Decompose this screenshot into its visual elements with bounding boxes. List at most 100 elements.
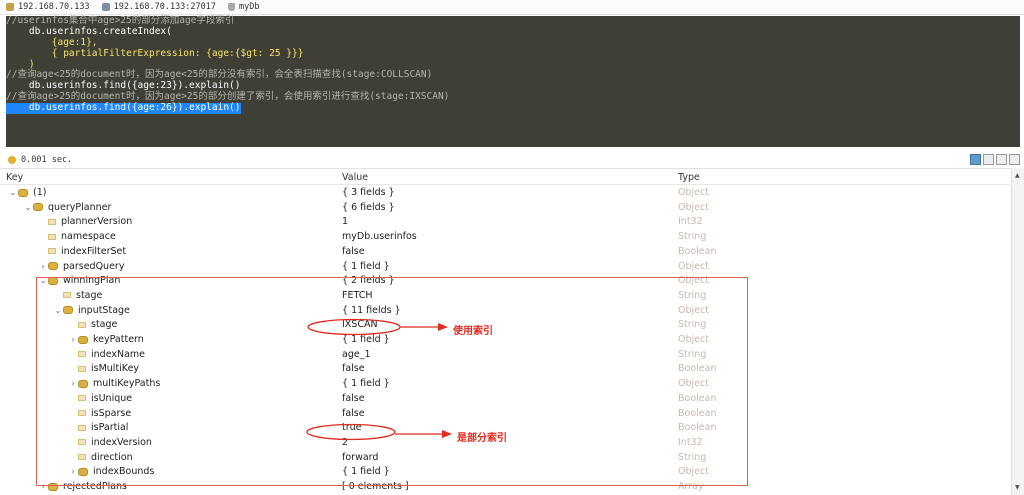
row-key-text: parsedQuery xyxy=(63,260,125,272)
tree-row[interactable]: isUnique false Boolean xyxy=(0,392,1010,407)
chevron-down-icon[interactable]: ⌄ xyxy=(53,306,63,315)
row-type: Object xyxy=(678,260,709,272)
chevron-right-icon[interactable]: › xyxy=(68,379,78,388)
tree-row[interactable]: indexName age_1 String xyxy=(0,348,1010,363)
chevron-down-icon[interactable]: ⌄ xyxy=(23,203,33,212)
editor-line[interactable]: db.userinfos.createIndex( xyxy=(6,25,1020,38)
tree-row[interactable]: plannerVersion 1 Int32 xyxy=(0,215,1010,230)
row-value: { 1 field } xyxy=(342,466,390,478)
object-icon xyxy=(78,379,88,388)
server-segment[interactable]: 192.168.70.133 xyxy=(6,2,90,12)
row-type: Boolean xyxy=(678,392,717,404)
row-key-text: rejectedPlans xyxy=(63,481,128,492)
tree-row[interactable]: › indexBounds { 1 field } Object xyxy=(0,465,1010,480)
row-key-text: stage xyxy=(91,319,118,331)
row-key-text: isUnique xyxy=(91,392,133,404)
vertical-scrollbar[interactable]: ▲ ▼ xyxy=(1011,168,1024,495)
server-icon xyxy=(6,3,14,11)
row-key-text: (1) xyxy=(33,187,47,198)
tree-row[interactable]: ⌄ inputStage { 11 fields } Object xyxy=(0,304,1010,319)
tree-view-button[interactable] xyxy=(970,154,981,165)
row-key-text: indexName xyxy=(91,348,146,360)
row-key-text: indexBounds xyxy=(93,466,155,478)
row-key-text: plannerVersion xyxy=(61,216,133,228)
row-key: namespace xyxy=(38,231,116,242)
row-key: ⌄ winningPlan xyxy=(38,275,121,287)
tree-row[interactable]: namespace myDb.userinfos String xyxy=(0,230,1010,245)
editor-line-text: db.userinfos.createIndex( xyxy=(6,25,172,37)
tree-row[interactable]: › parsedQuery { 1 field } Object xyxy=(0,260,1010,275)
row-value: true xyxy=(342,422,362,434)
chevron-right-icon[interactable]: › xyxy=(68,467,78,476)
editor-line-text: db.userinfos.find({age:23}).explain() xyxy=(6,80,241,92)
row-key: › rejectedPlans xyxy=(38,481,127,492)
value-column-header[interactable]: Value xyxy=(342,172,368,183)
chevron-right-icon[interactable]: › xyxy=(38,482,48,491)
row-type: String xyxy=(678,348,707,360)
editor-line-text: //查询age>25的document时，因为age>25的部分创建了索引，会使… xyxy=(6,91,450,103)
row-value: false xyxy=(342,407,365,419)
row-type: String xyxy=(678,289,707,301)
database-segment[interactable]: myDb xyxy=(228,2,260,12)
field-icon xyxy=(78,365,86,372)
tree-row[interactable]: ⌄ (1) { 3 fields } Object xyxy=(0,186,1010,201)
tree-row[interactable]: ⌄ winningPlan { 2 fields } Object xyxy=(0,274,1010,289)
editor-line[interactable]: { partialFilterExpression: {age:{$gt: 25… xyxy=(6,48,1020,60)
key-column-header[interactable]: Key xyxy=(6,172,23,183)
clock-icon xyxy=(8,156,16,164)
ixscan-annotation: 使用索引 xyxy=(453,326,493,337)
field-icon xyxy=(78,424,86,431)
row-key: plannerVersion xyxy=(38,216,132,227)
expand-view-button[interactable] xyxy=(1009,154,1020,165)
text-view-button[interactable] xyxy=(996,154,1007,165)
scroll-up-icon[interactable]: ▲ xyxy=(1015,172,1020,179)
tree-row[interactable]: stage FETCH String xyxy=(0,289,1010,304)
row-value: { 1 field } xyxy=(342,378,390,390)
scroll-down-icon[interactable]: ▼ xyxy=(1015,484,1020,491)
row-type: String xyxy=(678,231,707,243)
type-column-header[interactable]: Type xyxy=(678,172,700,183)
script-editor[interactable]: //userinfos集合中age>25的部分添加age字段索引 db.user… xyxy=(6,15,1020,147)
row-key-text: keyPattern xyxy=(93,334,144,345)
row-key: isSparse xyxy=(68,408,131,419)
row-type: Boolean xyxy=(678,245,717,257)
chevron-down-icon[interactable]: ⌄ xyxy=(8,188,18,197)
chevron-right-icon[interactable]: › xyxy=(38,262,48,271)
field-icon xyxy=(78,410,86,416)
tree-row[interactable]: isMultiKey false Boolean xyxy=(0,362,1010,377)
field-icon xyxy=(63,292,71,299)
tree-row[interactable]: stage IXSCAN String xyxy=(0,318,1010,333)
row-key: ⌄ queryPlanner xyxy=(23,202,112,213)
chevron-right-icon[interactable]: › xyxy=(68,335,78,344)
row-value: IXSCAN xyxy=(342,319,378,331)
tree-row[interactable]: › multiKeyPaths { 1 field } Object xyxy=(0,377,1010,392)
field-icon xyxy=(78,395,86,402)
chevron-down-icon[interactable]: ⌄ xyxy=(38,276,48,285)
database-name: myDb xyxy=(239,2,260,12)
row-key-text: isPartial xyxy=(91,422,129,434)
tree-row[interactable]: direction forward String xyxy=(0,451,1010,466)
row-type: Int32 xyxy=(678,436,703,448)
tree-row[interactable]: ⌄ queryPlanner { 6 fields } Object xyxy=(0,201,1010,216)
row-key-text: multiKeyPaths xyxy=(93,378,161,390)
connection-segment[interactable]: 192.168.70.133:27017 xyxy=(101,2,217,12)
tree-row[interactable]: indexFilterSet false Boolean xyxy=(0,245,1010,260)
tree-row[interactable]: › rejectedPlans [ 0 elements ] Array xyxy=(0,480,1010,495)
row-type: Object xyxy=(678,334,709,345)
table-view-button[interactable] xyxy=(983,154,994,165)
editor-line-text: //查询age<25的document时，因为age<25的部分没有索引，会全表… xyxy=(6,69,433,81)
row-key: isMultiKey xyxy=(68,363,139,374)
object-icon xyxy=(18,188,28,197)
row-type: Object xyxy=(678,275,709,287)
row-key-text: winningPlan xyxy=(63,275,121,287)
row-key-text: namespace xyxy=(61,231,116,243)
tree-row[interactable]: › keyPattern { 1 field } Object xyxy=(0,333,1010,348)
row-value: false xyxy=(342,392,365,404)
tree-row[interactable]: isSparse false Boolean xyxy=(0,407,1010,422)
row-type: Boolean xyxy=(678,407,717,419)
row-value: { 1 field } xyxy=(342,260,390,272)
row-value: FETCH xyxy=(342,289,373,301)
editor-line[interactable]: db.userinfos.find({age:26}).explain() xyxy=(6,102,1020,115)
connection-address: 192.168.70.133:27017 xyxy=(113,2,217,12)
row-type: Int32 xyxy=(678,216,703,228)
